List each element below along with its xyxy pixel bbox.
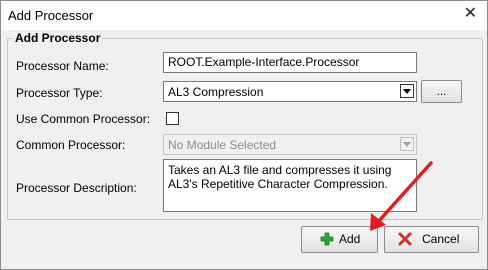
add-button[interactable]: Add xyxy=(301,226,378,253)
processor-name-value: ROOT.Example-Interface.Processor xyxy=(168,55,360,69)
description-line: Takes an AL3 file and compresses it usin… xyxy=(168,163,392,177)
close-icon[interactable]: ✕ xyxy=(464,6,477,22)
close-icon xyxy=(398,232,412,246)
processor-description-textarea[interactable]: Takes an AL3 file and compresses it usin… xyxy=(163,159,417,212)
cancel-button-label: Cancel xyxy=(422,232,460,246)
add-button-label: Add xyxy=(339,232,361,246)
add-processor-dialog: Add Processor ✕ Add Processor Processor … xyxy=(0,0,488,270)
use-common-processor-label: Use Common Processor: xyxy=(16,112,151,126)
processor-type-label: Processor Type: xyxy=(16,86,103,100)
common-processor-label: Common Processor: xyxy=(16,138,126,152)
processor-description-label: Processor Description: xyxy=(16,181,137,195)
title-bar: Add Processor ✕ xyxy=(1,1,487,30)
window-title: Add Processor xyxy=(8,8,94,23)
common-processor-select[interactable]: No Module Selected xyxy=(163,134,417,155)
plus-icon xyxy=(320,232,334,246)
processor-name-label: Processor Name: xyxy=(16,59,109,73)
processor-type-select[interactable]: AL3 Compression xyxy=(163,81,417,102)
chevron-down-icon[interactable] xyxy=(400,137,414,151)
group-legend: Add Processor xyxy=(13,31,103,45)
browse-button-label: ... xyxy=(436,84,447,98)
processor-type-value: AL3 Compression xyxy=(168,85,264,99)
cancel-button[interactable]: Cancel xyxy=(384,226,479,253)
description-line: AL3's Repetitive Character Compression. xyxy=(168,177,388,191)
processor-name-input[interactable]: ROOT.Example-Interface.Processor xyxy=(163,52,417,73)
chevron-down-icon[interactable] xyxy=(400,84,414,98)
browse-button[interactable]: ... xyxy=(421,80,462,103)
common-processor-value: No Module Selected xyxy=(168,138,277,152)
use-common-processor-checkbox[interactable] xyxy=(166,112,179,125)
